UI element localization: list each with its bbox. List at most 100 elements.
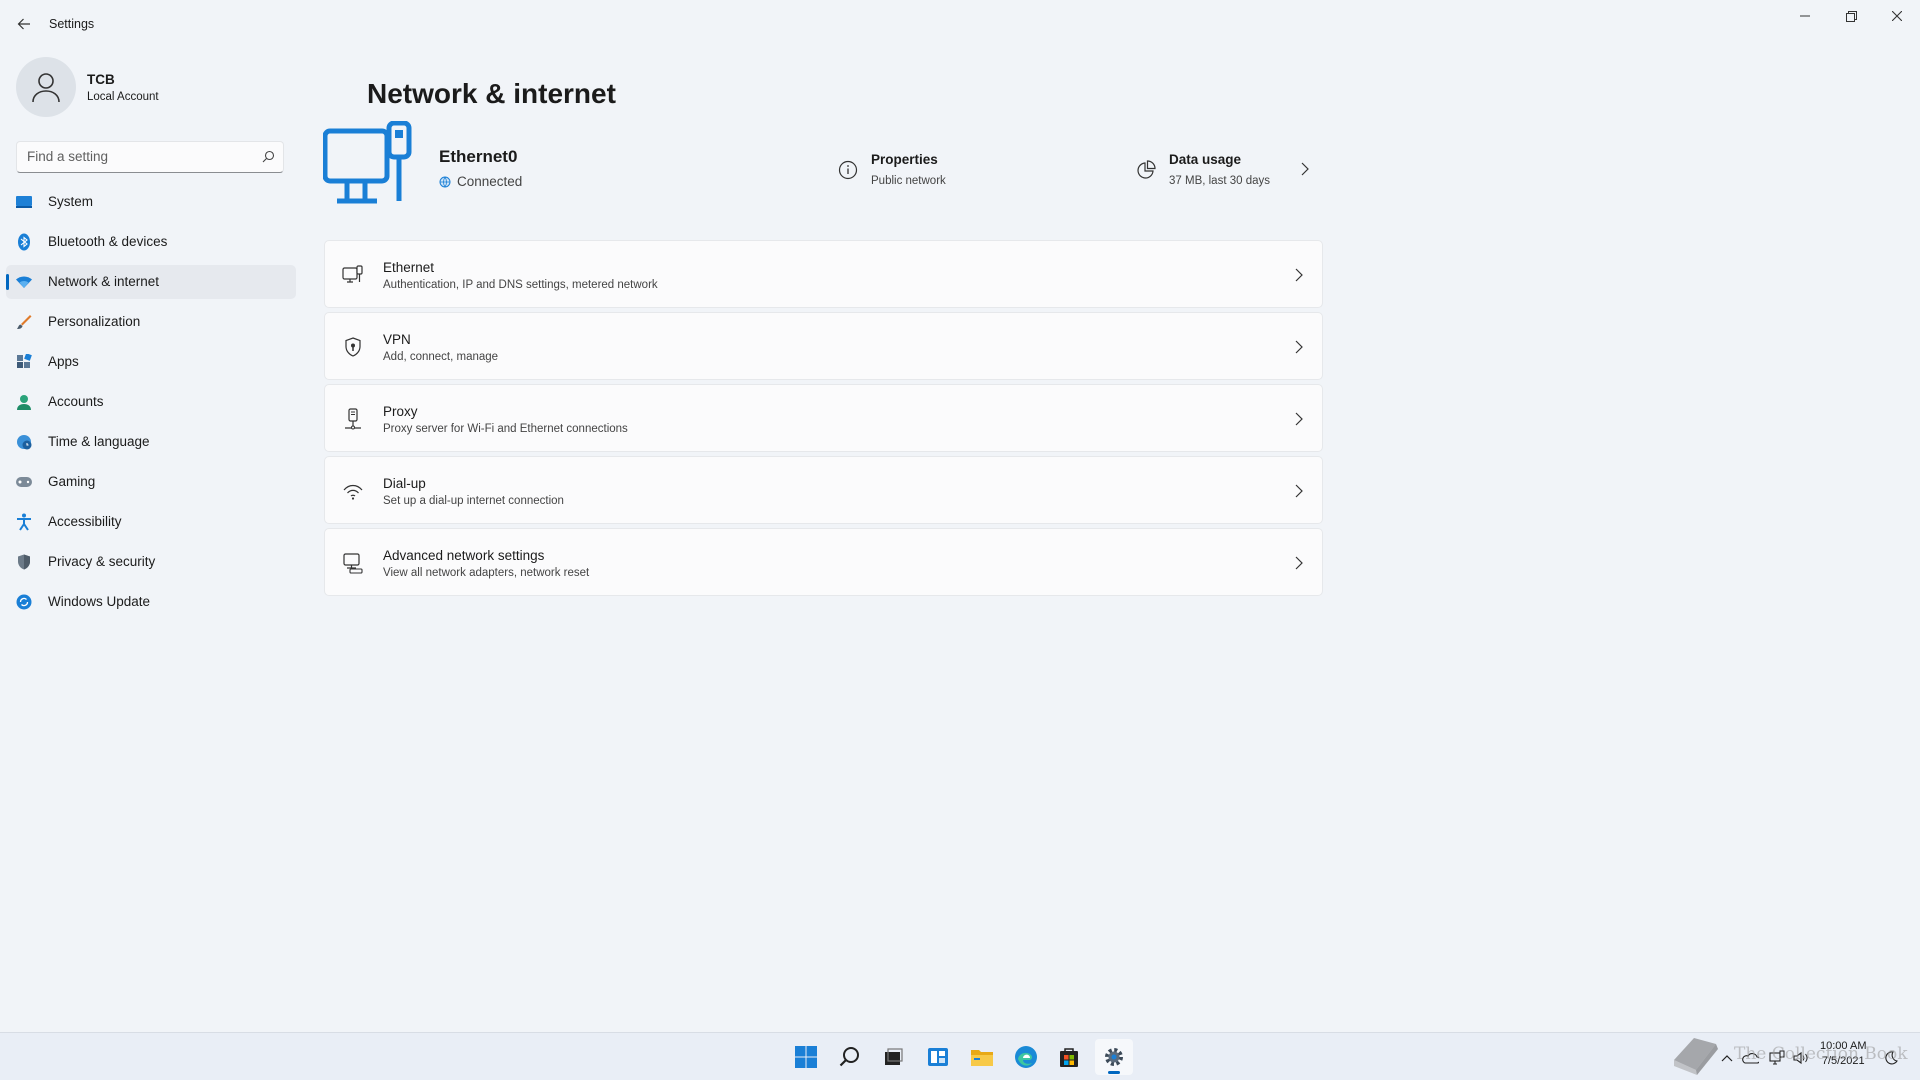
- settings-taskbar-button[interactable]: [1095, 1039, 1133, 1075]
- watermark: The Collection Book: [1668, 1030, 1918, 1078]
- sidebar-item-label: Network & internet: [48, 274, 160, 289]
- connection-name: Ethernet0: [439, 147, 518, 166]
- sidebar-item-label: Gaming: [48, 474, 96, 489]
- sidebar-item-time-language[interactable]: Time & language: [6, 425, 296, 459]
- file-explorer-icon: [971, 1050, 993, 1066]
- card-title: Advanced network settings: [383, 548, 545, 563]
- avatar[interactable]: [16, 57, 76, 117]
- shield-icon: [15, 553, 33, 571]
- edge-icon: [1015, 1046, 1037, 1068]
- search-icon[interactable]: [262, 150, 275, 163]
- apps-icon: [15, 353, 33, 371]
- page-title: Network & internet: [367, 78, 616, 109]
- store-icon: [1060, 1048, 1078, 1067]
- advanced-network-icon: [342, 552, 364, 574]
- close-button[interactable]: [1874, 0, 1920, 32]
- sidebar-item-windows-update[interactable]: Windows Update: [6, 585, 296, 619]
- sidebar-item-accounts[interactable]: Accounts: [6, 385, 296, 419]
- sidebar-item-label: Apps: [48, 354, 79, 369]
- brush-icon: [15, 313, 33, 331]
- minimize-button[interactable]: [1782, 0, 1828, 32]
- sidebar-item-network[interactable]: Network & internet: [6, 265, 296, 299]
- chevron-right-icon: [1295, 412, 1303, 426]
- sidebar-item-system[interactable]: System: [6, 185, 296, 219]
- connection-status: Connected: [439, 174, 522, 189]
- back-button[interactable]: [10, 12, 38, 36]
- card-title: Ethernet: [383, 260, 435, 275]
- sidebar-item-privacy[interactable]: Privacy & security: [6, 545, 296, 579]
- card-ethernet[interactable]: Ethernet Authentication, IP and DNS sett…: [324, 240, 1323, 308]
- card-title: VPN: [383, 332, 411, 347]
- chevron-right-icon: [1295, 340, 1303, 354]
- file-explorer-button[interactable]: [963, 1039, 1001, 1075]
- app-title: Settings: [49, 17, 95, 31]
- properties-title: Properties: [871, 152, 938, 167]
- card-description: View all network adapters, network reset: [383, 567, 590, 579]
- user-name: TCB: [87, 72, 115, 87]
- task-view-icon: [885, 1048, 903, 1065]
- sidebar-item-label: System: [48, 194, 94, 209]
- chevron-right-icon: [1295, 556, 1303, 570]
- widgets-button[interactable]: [919, 1039, 957, 1075]
- settings-icon: [1105, 1048, 1123, 1066]
- sidebar-item-label: Time & language: [48, 434, 150, 449]
- card-vpn[interactable]: VPN Add, connect, manage: [324, 312, 1323, 380]
- accessibility-icon: [15, 513, 33, 531]
- person-icon: [15, 393, 33, 411]
- sidebar-item-label: Accounts: [48, 394, 104, 409]
- search-box[interactable]: [16, 141, 284, 173]
- wifi-icon: [15, 273, 33, 291]
- pie-chart-icon: [1137, 160, 1156, 179]
- card-proxy[interactable]: Proxy Proxy server for Wi-Fi and Etherne…: [324, 384, 1323, 452]
- chevron-right-icon: [1295, 268, 1303, 282]
- sidebar-item-accessibility[interactable]: Accessibility: [6, 505, 296, 539]
- sidebar-item-label: Personalization: [48, 314, 141, 329]
- back-arrow-icon: [17, 18, 30, 30]
- card-description: Authentication, IP and DNS settings, met…: [383, 279, 658, 291]
- minimize-icon: [1800, 15, 1810, 17]
- vpn-shield-icon: [342, 336, 364, 358]
- card-advanced-network[interactable]: Advanced network settings View all netwo…: [324, 528, 1323, 596]
- chevron-right-icon[interactable]: [1300, 162, 1310, 176]
- card-dial-up[interactable]: Dial-up Set up a dial-up internet connec…: [324, 456, 1323, 524]
- store-button[interactable]: [1050, 1039, 1088, 1075]
- edge-button[interactable]: [1007, 1039, 1045, 1075]
- start-icon: [795, 1046, 817, 1068]
- start-button[interactable]: [787, 1039, 825, 1075]
- dialup-icon: [342, 480, 364, 502]
- widgets-icon: [928, 1048, 948, 1066]
- sidebar-item-gaming[interactable]: Gaming: [6, 465, 296, 499]
- monitor-icon: [15, 193, 33, 211]
- chevron-right-icon: [1295, 484, 1303, 498]
- data-usage-title: Data usage: [1169, 152, 1242, 167]
- close-icon: [1892, 11, 1902, 21]
- info-icon: [838, 160, 858, 180]
- title-bar: Settings: [0, 0, 1920, 46]
- sidebar-item-personalization[interactable]: Personalization: [6, 305, 296, 339]
- sidebar-item-apps[interactable]: Apps: [6, 345, 296, 379]
- properties-link[interactable]: Properties Public network: [838, 152, 1008, 192]
- properties-subtitle: Public network: [871, 175, 946, 187]
- account-type: Local Account: [87, 91, 159, 103]
- taskbar-search-button[interactable]: [831, 1039, 869, 1075]
- sidebar-item-bluetooth[interactable]: Bluetooth & devices: [6, 225, 296, 259]
- card-description: Add, connect, manage: [383, 351, 499, 363]
- restore-icon: [1845, 10, 1857, 22]
- globe-clock-icon: [15, 433, 33, 451]
- sidebar-item-label: Windows Update: [48, 594, 151, 609]
- ethernet-pc-icon: [323, 121, 412, 204]
- restore-button[interactable]: [1828, 0, 1874, 32]
- update-icon: [15, 593, 33, 611]
- card-description: Proxy server for Wi-Fi and Ethernet conn…: [383, 423, 628, 435]
- connection-status-text: Connected: [457, 174, 523, 189]
- search-input[interactable]: [17, 142, 247, 170]
- data-usage-link[interactable]: Data usage 37 MB, last 30 days: [1136, 152, 1326, 192]
- ethernet-icon: [342, 264, 364, 286]
- sidebar-item-label: Bluetooth & devices: [48, 234, 168, 249]
- task-view-button[interactable]: [874, 1039, 912, 1075]
- globe-icon: [439, 176, 451, 187]
- card-title: Dial-up: [383, 476, 426, 491]
- search-icon: [839, 1047, 859, 1067]
- gamepad-icon: [15, 473, 33, 491]
- bluetooth-icon: [15, 233, 33, 251]
